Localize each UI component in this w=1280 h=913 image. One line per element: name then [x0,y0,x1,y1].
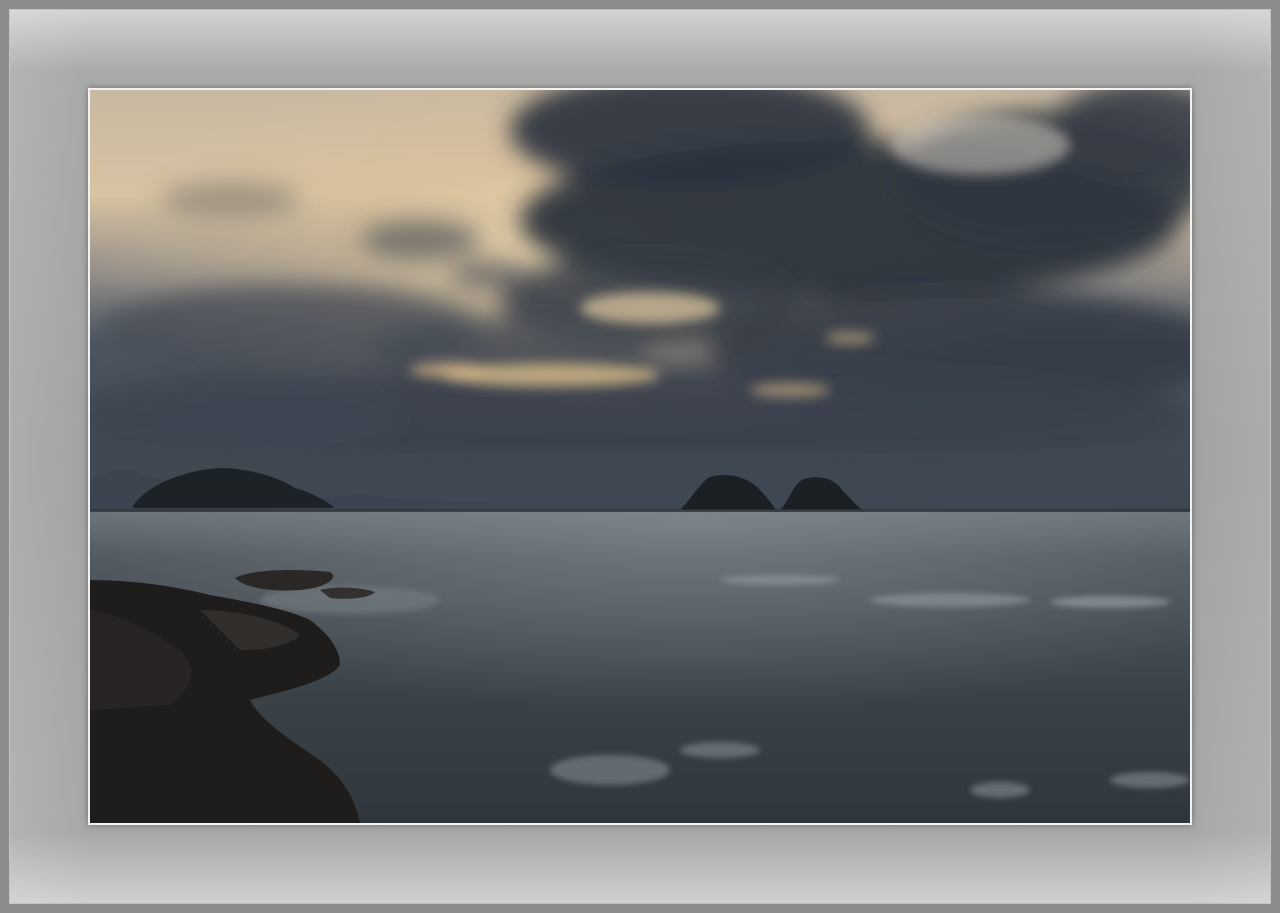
seascape-photo [90,90,1190,823]
